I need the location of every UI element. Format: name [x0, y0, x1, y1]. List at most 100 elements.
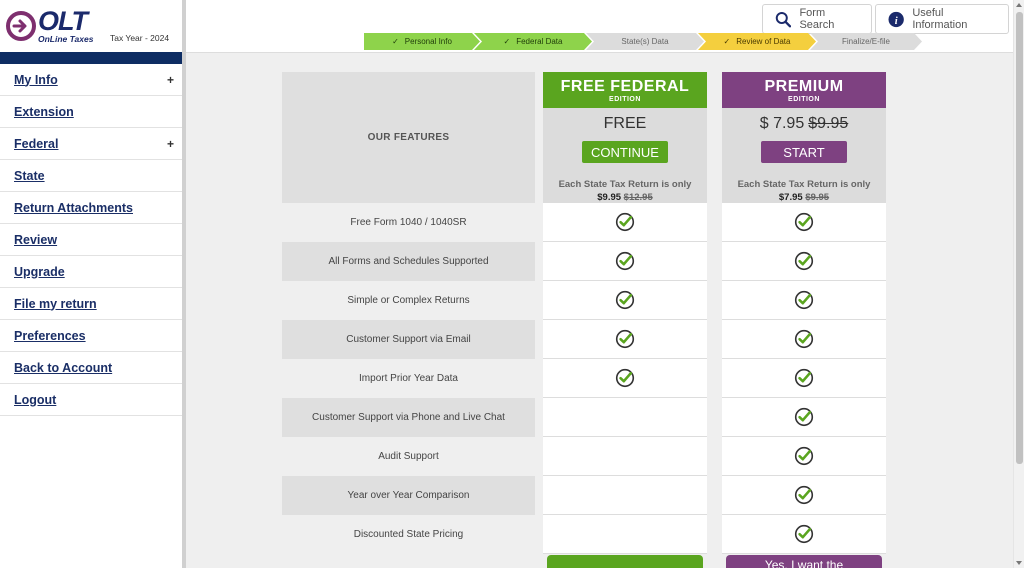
logo-subtitle: OnLine Taxes: [38, 34, 94, 44]
check-circle-icon: [615, 251, 635, 271]
check-circle-icon: [794, 290, 814, 310]
feature-row-label: Free Form 1040 / 1040SR: [282, 203, 535, 242]
free-feature-cell: [543, 281, 707, 320]
feature-row-label: All Forms and Schedules Supported: [282, 242, 535, 281]
sidebar-nav: My Info + Extension Federal + State Return Att…: [0, 64, 182, 416]
useful-information-label: Useful Information: [912, 7, 968, 31]
check-circle-icon: [794, 329, 814, 349]
free-federal-note-text: Each State Tax Return is only: [558, 179, 692, 190]
main-content: Form Search i Useful Information ✓ Person…: [186, 0, 1013, 568]
sidebar-item-label: Logout: [14, 392, 57, 407]
premium-old-price: $9.95: [808, 115, 849, 132]
start-button[interactable]: START: [761, 141, 847, 163]
premium-header: PREMIUM EDITION: [722, 72, 886, 108]
sidebar-item-federal[interactable]: Federal +: [0, 128, 182, 160]
step-check-icon: ✓: [392, 37, 399, 46]
free-feature-cell: [543, 398, 707, 437]
logo-text: OLT: [38, 6, 88, 36]
sidebar-item-upgrade[interactable]: Upgrade: [0, 256, 182, 288]
check-circle-icon: [615, 290, 635, 310]
check-circle-icon: [615, 329, 635, 349]
feature-row-label: Year over Year Comparison: [282, 476, 535, 515]
sidebar-item-label: Review: [14, 232, 58, 247]
progress-step-label: Personal Info: [404, 37, 452, 46]
check-circle-icon: [794, 212, 814, 232]
premium-bottom-button-label: Yes, I want the: [764, 558, 844, 568]
premium-title: PREMIUM: [764, 77, 844, 95]
form-search-button[interactable]: Form Search: [762, 4, 872, 34]
premium-price-value: $ 7.95: [759, 115, 805, 132]
sidebar-item-review[interactable]: Review: [0, 224, 182, 256]
sidebar-item-return-attachments[interactable]: Return Attachments: [0, 192, 182, 224]
tax-year-label: Tax Year - 2024: [110, 33, 170, 43]
feature-row-label: Simple or Complex Returns: [282, 281, 535, 320]
sidebar-item-label: My Info: [14, 72, 58, 87]
free-federal-title: FREE FEDERAL: [560, 77, 690, 95]
progress-step-label: State(s) Data: [621, 37, 669, 46]
premium-state-old-price: $9.95: [805, 192, 830, 203]
scroll-down-arrow-icon[interactable]: [1016, 561, 1022, 565]
free-federal-edition: EDITION: [609, 95, 641, 103]
useful-information-button[interactable]: i Useful Information: [875, 4, 1009, 34]
free-federal-price-value: FREE: [603, 115, 647, 132]
scroll-up-arrow-icon[interactable]: [1016, 3, 1022, 7]
free-federal-state-note: Each State Tax Return is only $9.95 $12.…: [543, 178, 707, 204]
premium-feature-cell: [722, 242, 886, 281]
vertical-scrollbar[interactable]: [1013, 0, 1024, 568]
sidebar-item-state[interactable]: State: [0, 160, 182, 192]
step-check-icon: ✓: [503, 37, 511, 46]
sidebar-item-label: Federal: [14, 136, 59, 151]
premium-feature-cell: [722, 359, 886, 398]
premium-bottom-button[interactable]: Yes, I want the: [726, 555, 882, 568]
free-feature-cell: [543, 437, 707, 476]
expand-plus-icon[interactable]: +: [167, 73, 174, 87]
sidebar-item-file-my-return[interactable]: File my return: [0, 288, 182, 320]
progress-step-label: Review of Data: [736, 37, 791, 46]
premium-state-note: Each State Tax Return is only $7.95 $9.9…: [722, 178, 886, 204]
feature-row-label: Audit Support: [282, 437, 535, 476]
search-icon: [775, 11, 792, 27]
sidebar-item-logout[interactable]: Logout: [0, 384, 182, 416]
check-circle-icon: [615, 212, 635, 232]
logo[interactable]: OLT OnLine Taxes Tax Year - 2024: [0, 0, 182, 52]
sidebar-item-label: Upgrade: [14, 264, 65, 279]
feature-row-label: Customer Support via Phone and Live Chat: [282, 398, 535, 437]
check-circle-icon: [615, 368, 635, 388]
premium-note-text: Each State Tax Return is only: [737, 179, 871, 190]
feature-row-label: Customer Support via Email: [282, 320, 535, 359]
check-circle-icon: [794, 485, 814, 505]
premium-feature-cell: [722, 320, 886, 359]
free-feature-cell: [543, 203, 707, 242]
check-circle-icon: [794, 524, 814, 544]
sidebar-item-preferences[interactable]: Preferences: [0, 320, 182, 352]
sidebar-item-label: File my return: [14, 296, 97, 311]
svg-text:i: i: [895, 15, 898, 26]
continue-button[interactable]: CONTINUE: [582, 141, 668, 163]
free-state-old-price: $12.95: [623, 192, 653, 203]
expand-plus-icon[interactable]: +: [167, 137, 174, 151]
check-circle-icon: [794, 446, 814, 466]
free-federal-header: FREE FEDERAL EDITION: [543, 72, 707, 108]
free-federal-bottom-button[interactable]: [547, 555, 703, 568]
step-check-icon: ✓: [723, 37, 731, 46]
premium-plan: PREMIUM EDITION $ 7.95 $9.95 START Each S…: [722, 72, 886, 203]
premium-feature-cell: [722, 203, 886, 242]
free-federal-plan: FREE FEDERAL EDITION FREE CONTINUE Each …: [543, 72, 707, 203]
free-state-price: $9.95: [597, 192, 622, 203]
progress-step-finalize-e-file: Finalize/E-file: [810, 33, 922, 50]
sidebar-item-back-to-account[interactable]: Back to Account: [0, 352, 182, 384]
check-circle-icon: [794, 251, 814, 271]
free-feature-cell: [543, 476, 707, 515]
sidebar-item-label: Extension: [14, 104, 74, 119]
premium-edition: EDITION: [788, 95, 820, 103]
progress-step-personal-info: ✓ Personal Info: [364, 33, 480, 50]
sidebar-item-my-info[interactable]: My Info +: [0, 64, 182, 96]
premium-feature-cell: [722, 476, 886, 515]
premium-feature-cell: [722, 515, 886, 554]
free-feature-cell: [543, 359, 707, 398]
sidebar-item-extension[interactable]: Extension: [0, 96, 182, 128]
info-icon: i: [888, 11, 904, 27]
scroll-thumb[interactable]: [1016, 12, 1023, 464]
free-federal-price: FREE: [543, 115, 707, 135]
progress-step-state-s-data: State(s) Data: [586, 33, 704, 50]
